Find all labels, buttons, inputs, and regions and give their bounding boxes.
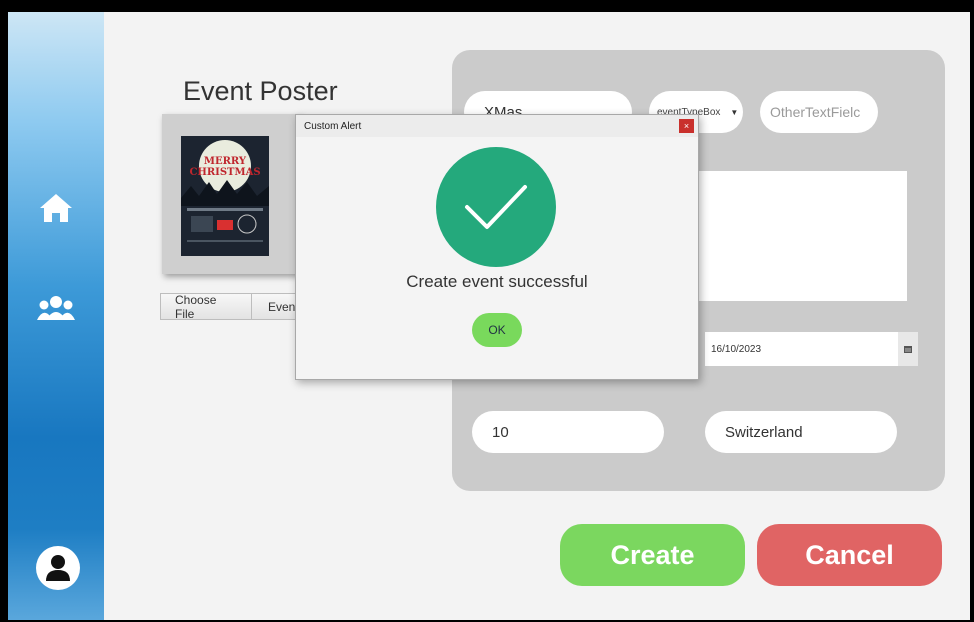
user-icon[interactable]: [36, 546, 80, 590]
dialog-titlebar: Custom Alert: [296, 115, 698, 137]
sidebar: [8, 12, 104, 620]
other-text-field[interactable]: OtherTextFielc: [760, 91, 878, 133]
poster-image-text: MERRY CHRISTMAS: [189, 156, 261, 178]
dialog-title: Custom Alert: [304, 120, 362, 132]
app-window: Event Poster MERRY CHRISTMAS Choose File…: [8, 12, 970, 620]
dialog-message: Create event successful: [406, 272, 588, 291]
cancel-button[interactable]: Cancel: [757, 524, 942, 586]
checkmark-icon: [465, 185, 527, 229]
description-textarea[interactable]: [697, 171, 907, 301]
home-icon[interactable]: [32, 184, 80, 232]
date-field[interactable]: 16/10/2023: [705, 332, 898, 366]
chevron-down-icon: ▼: [730, 107, 739, 117]
alert-dialog: Custom Alert × Create event successful O…: [295, 114, 699, 380]
close-icon[interactable]: ×: [679, 119, 694, 133]
success-icon: [436, 147, 556, 267]
page-title: Event Poster: [183, 76, 338, 106]
users-icon[interactable]: [32, 284, 80, 332]
calendar-icon[interactable]: [898, 332, 918, 366]
create-button[interactable]: Create: [560, 524, 745, 586]
poster-preview: MERRY CHRISTMAS: [162, 114, 302, 274]
poster-image: MERRY CHRISTMAS: [181, 136, 269, 256]
location-field[interactable]: Switzerland: [705, 411, 897, 453]
ok-button[interactable]: OK: [472, 313, 522, 347]
choose-file-button[interactable]: Choose File: [160, 293, 252, 321]
capacity-field[interactable]: 10: [472, 411, 664, 453]
